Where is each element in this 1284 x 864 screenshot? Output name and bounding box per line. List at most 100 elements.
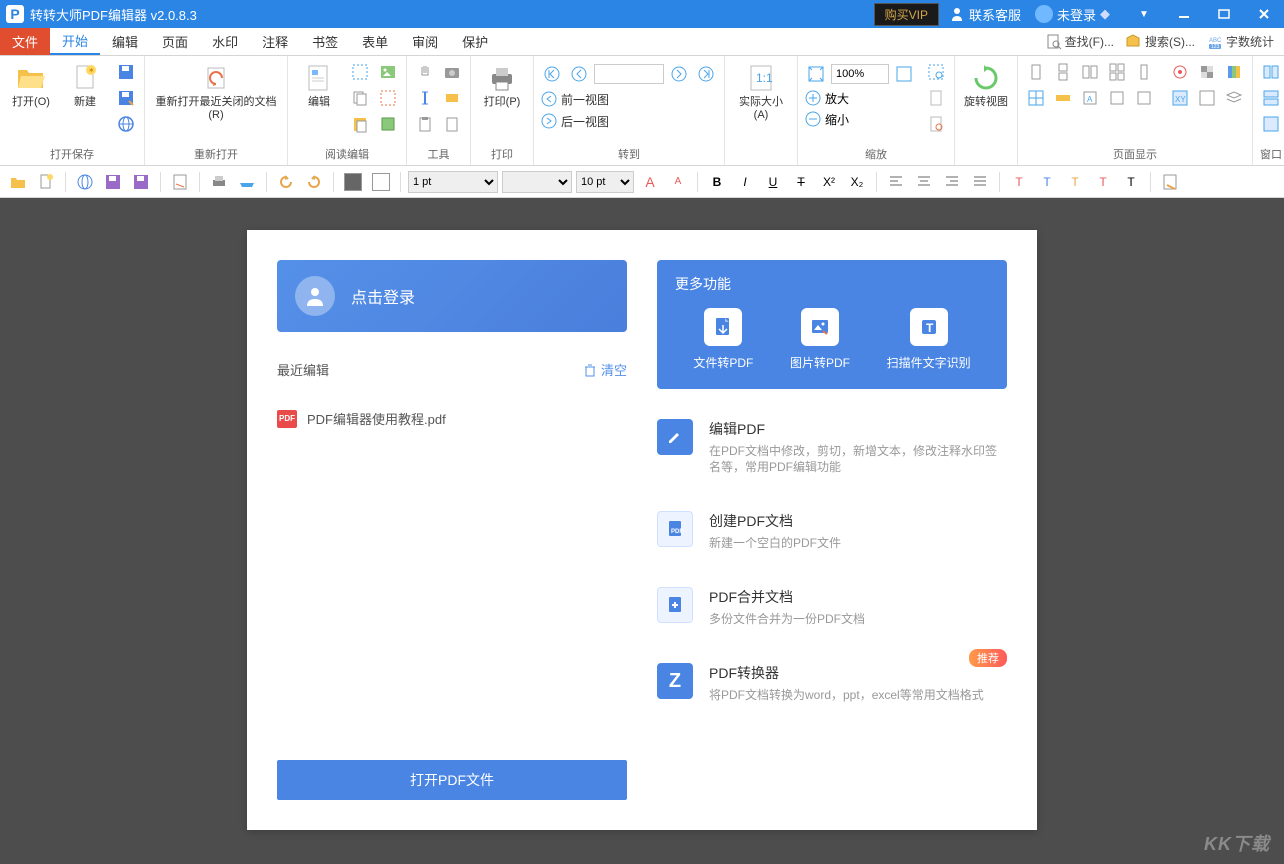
align-right-button[interactable]: [940, 170, 964, 194]
last-page-button[interactable]: [694, 62, 718, 86]
camera-tool-button[interactable]: [440, 60, 464, 84]
minimize-button[interactable]: [1164, 0, 1204, 28]
next-view-button[interactable]: 后一视图: [540, 112, 718, 130]
align-left-button[interactable]: [884, 170, 908, 194]
tab-page[interactable]: 页面: [150, 28, 200, 55]
font-select[interactable]: [502, 171, 572, 193]
create-pdf-item[interactable]: PDF 创建PDF文档 新建一个空白的PDF文件: [657, 511, 1007, 551]
qt-scan-button[interactable]: [235, 170, 259, 194]
pd-xy-button[interactable]: XY: [1168, 86, 1192, 110]
text-fx3-button[interactable]: T: [1119, 170, 1143, 194]
prev-view-button[interactable]: 前一视图: [540, 90, 718, 108]
qt-strokecolor-button[interactable]: [369, 170, 393, 194]
tab-form[interactable]: 表单: [350, 28, 400, 55]
copy-tool-button[interactable]: [348, 86, 372, 110]
reopen-recent-button[interactable]: 重新打开最近关闭的文档(R): [151, 60, 281, 124]
text-color-button[interactable]: T: [1035, 170, 1059, 194]
qt-new-button[interactable]: [34, 170, 58, 194]
text-fx2-button[interactable]: T: [1091, 170, 1115, 194]
underline-button[interactable]: U: [761, 170, 785, 194]
text-highlight-button[interactable]: T: [1007, 170, 1031, 194]
italic-button[interactable]: I: [733, 170, 757, 194]
pd-ruler-button[interactable]: [1051, 86, 1075, 110]
qt-print-button[interactable]: [207, 170, 231, 194]
maximize-button[interactable]: [1204, 0, 1244, 28]
file-to-pdf-button[interactable]: 文件转PDF: [693, 308, 753, 371]
layout-cover-button[interactable]: [1132, 60, 1156, 84]
merge-pdf-item[interactable]: PDF合并文档 多份文件合并为一份PDF文档: [657, 587, 1007, 627]
contact-support-link[interactable]: 联系客服: [949, 5, 1021, 24]
qt-open-button[interactable]: [6, 170, 30, 194]
clear-recent-button[interactable]: 清空: [583, 360, 627, 379]
layout-single-button[interactable]: [1024, 60, 1048, 84]
recent-file-item[interactable]: PDF PDF编辑器使用教程.pdf: [277, 409, 627, 428]
qt-save-button[interactable]: [101, 170, 125, 194]
convert-pdf-item[interactable]: 推荐 Z PDF转换器 将PDF文档转换为word，ppt，excel等常用文档…: [657, 663, 1007, 703]
pd-color1-button[interactable]: [1168, 60, 1192, 84]
font-grow-button[interactable]: A: [638, 170, 662, 194]
text-select-button[interactable]: [413, 86, 437, 110]
qt-fillcolor-button[interactable]: [341, 170, 365, 194]
zoom-reset-button[interactable]: [892, 62, 916, 86]
bold-button[interactable]: B: [705, 170, 729, 194]
qt-save2-button[interactable]: [129, 170, 153, 194]
open-pdf-button[interactable]: 打开PDF文件: [277, 760, 627, 800]
zoom-in-button[interactable]: 放大: [804, 89, 916, 107]
ocr-button[interactable]: T 扫描件文字识别: [887, 308, 971, 371]
tab-review[interactable]: 审阅: [400, 28, 450, 55]
qt-props-button[interactable]: [1158, 170, 1182, 194]
next-page-button[interactable]: [667, 62, 691, 86]
pd-text-button[interactable]: [1195, 86, 1219, 110]
tab-start[interactable]: 开始: [50, 28, 100, 55]
tab-comment[interactable]: 注释: [250, 28, 300, 55]
paste-tool-button[interactable]: [348, 112, 372, 136]
print-button[interactable]: 打印(P): [477, 60, 527, 111]
save-web-button[interactable]: [114, 112, 138, 136]
first-page-button[interactable]: [540, 62, 564, 86]
search-button[interactable]: 搜索(S)...: [1122, 33, 1199, 50]
img-tool-button[interactable]: [376, 60, 400, 84]
shape-tool-button[interactable]: [376, 112, 400, 136]
window-cascade-button[interactable]: [1259, 86, 1283, 110]
font-size-select[interactable]: 10 pt: [576, 171, 634, 193]
zoom-width-button[interactable]: [924, 112, 948, 136]
tab-file[interactable]: 文件: [0, 28, 50, 55]
text-fx1-button[interactable]: T: [1063, 170, 1087, 194]
zoom-out-button[interactable]: 缩小: [804, 110, 916, 128]
pd-color2-button[interactable]: [1195, 60, 1219, 84]
edit-pdf-item[interactable]: 编辑PDF 在PDF文档中修改，剪切，新增文本，修改注释水印签名等，常用PDF编…: [657, 419, 1007, 475]
pd-layers-button[interactable]: [1222, 86, 1246, 110]
save-as-button[interactable]: [114, 86, 138, 110]
close-button[interactable]: [1244, 0, 1284, 28]
new-button[interactable]: ✶ 新建: [60, 60, 110, 111]
open-button[interactable]: 打开(O): [6, 60, 56, 111]
font-shrink-button[interactable]: A: [666, 170, 690, 194]
save-button[interactable]: [114, 60, 138, 84]
superscript-button[interactable]: X²: [817, 170, 841, 194]
tab-edit[interactable]: 编辑: [100, 28, 150, 55]
pd-grid-button[interactable]: [1024, 86, 1048, 110]
qt-web-button[interactable]: [73, 170, 97, 194]
snip-tool-button[interactable]: [376, 86, 400, 110]
window-arrange-button[interactable]: [1259, 60, 1283, 84]
align-justify-button[interactable]: [968, 170, 992, 194]
qt-redo-button[interactable]: [302, 170, 326, 194]
clipboard-button[interactable]: [413, 112, 437, 136]
zoom-fit-button[interactable]: [804, 62, 828, 86]
zoom-page-button[interactable]: [924, 86, 948, 110]
tab-watermark[interactable]: 水印: [200, 28, 250, 55]
edit-page-button[interactable]: 编辑: [294, 60, 344, 111]
pd-guides-button[interactable]: A: [1078, 86, 1102, 110]
select-tool-button[interactable]: [348, 60, 372, 84]
hand-tool-button[interactable]: [413, 60, 437, 84]
rotate-view-button[interactable]: 旋转视图: [961, 60, 1011, 111]
buy-vip-button[interactable]: 购买VIP: [874, 3, 939, 26]
layout-facing-button[interactable]: [1078, 60, 1102, 84]
pd-color3-button[interactable]: [1222, 60, 1246, 84]
find-button[interactable]: 查找(F)...: [1042, 33, 1118, 50]
wordcount-button[interactable]: ABC123 字数统计: [1203, 33, 1278, 50]
login-card[interactable]: 点击登录: [277, 260, 627, 332]
subscript-button[interactable]: X₂: [845, 170, 869, 194]
qt-undo-button[interactable]: [274, 170, 298, 194]
tab-bookmark[interactable]: 书签: [300, 28, 350, 55]
